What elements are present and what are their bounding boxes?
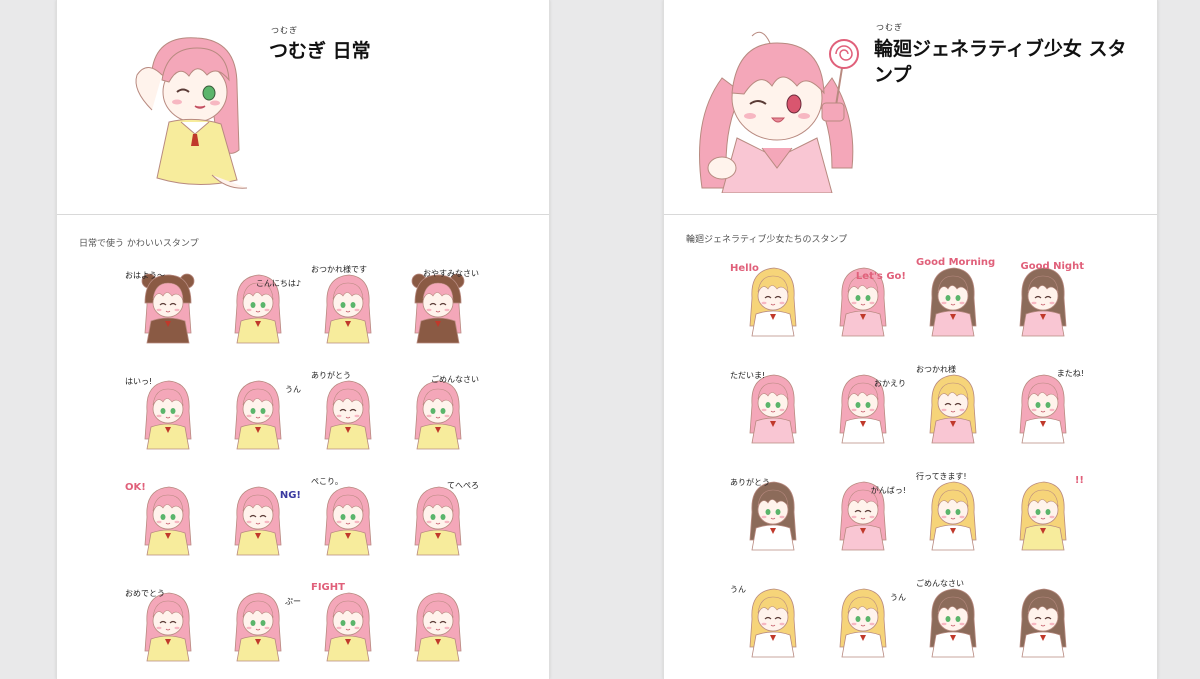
sticker-item[interactable]: OK! — [125, 477, 207, 557]
sticker-item[interactable]: こんにちは♪ — [217, 265, 301, 345]
sticker-item[interactable]: はいっ! — [125, 371, 207, 451]
sticker-item[interactable]: ただいま! — [730, 365, 812, 445]
sticker-image — [929, 588, 977, 658]
sticker-image — [929, 374, 977, 444]
sticker-item[interactable]: ぺこり。 — [307, 477, 387, 557]
pack-description: 日常で使う かわいいスタンプ — [79, 239, 199, 249]
title-ruby: つむぎ — [876, 23, 903, 32]
sticker-image — [234, 274, 282, 344]
sticker-caption: うん — [890, 593, 906, 602]
sticker-item[interactable]: ぷー — [217, 583, 301, 663]
sticker-item[interactable]: おかえり — [822, 365, 906, 445]
sticker-item[interactable]: ごめんなさい — [912, 579, 992, 659]
sticker-image — [234, 380, 282, 450]
sticker-item[interactable]: おつかれ様 — [912, 365, 992, 445]
sticker-image — [1019, 481, 1067, 551]
sticker-caption: Good Night — [1020, 261, 1084, 272]
sticker-caption: おめでとう — [125, 589, 165, 598]
pack-title[interactable]: 輪廻ジェネラティブ少女 スタンプ — [874, 36, 1144, 88]
sticker-image — [234, 486, 282, 556]
sticker-grid: おはよう〜こんにちは♪ おつかれ様です おやすみなさいはいっ! うん ありがとう ごめんな… — [125, 265, 479, 663]
sticker-image — [234, 592, 282, 662]
sticker-item[interactable]: FIGHT — [307, 583, 387, 663]
sticker-caption: ぷー — [285, 597, 301, 606]
sticker-item[interactable]: うん — [730, 579, 812, 659]
pack-header: つむぎ つむぎ 日常 — [57, 0, 549, 215]
sticker-item[interactable]: おめでとう — [125, 583, 207, 663]
sticker-caption: おつかれ様です — [311, 265, 367, 274]
sticker-item[interactable]: ありがとう — [730, 472, 812, 552]
sticker-image — [839, 267, 887, 337]
sticker-item[interactable]: 行ってきます! — [912, 472, 992, 552]
sticker-image — [324, 486, 372, 556]
sticker-caption: Hello — [730, 263, 759, 274]
sticker-item[interactable]: ありがとう — [307, 371, 387, 451]
sticker-item[interactable]: うん — [217, 371, 301, 451]
sticker-item[interactable]: Good Night — [1002, 258, 1084, 338]
sticker-image — [839, 374, 887, 444]
sticker-caption: ぺこり。 — [311, 477, 343, 486]
sticker-caption: おかえり — [874, 379, 906, 388]
pack-description: 輪廻ジェネラティブ少女たちのスタンプ — [686, 235, 848, 245]
sticker-caption: ありがとう — [311, 371, 351, 380]
sticker-caption: OK! — [125, 482, 146, 493]
sticker-image — [324, 274, 372, 344]
sticker-item[interactable]: Good Morning — [912, 257, 996, 338]
sticker-caption: おつかれ様 — [916, 365, 956, 374]
sticker-image — [414, 592, 462, 662]
sticker-caption: おはよう〜 — [125, 271, 165, 280]
sticker-caption: NG! — [279, 490, 301, 501]
sticker-item[interactable]: ごめんなさい — [397, 371, 479, 451]
sticker-item[interactable]: おつかれ様です — [307, 265, 387, 345]
sticker-caption: ごめんなさい — [916, 579, 964, 588]
sticker-item[interactable]: おはよう〜 — [125, 265, 207, 345]
sticker-caption: ただいま! — [730, 371, 766, 380]
sticker-caption: ありがとう — [730, 478, 770, 487]
sticker-item[interactable]: おやすみなさい — [397, 265, 479, 345]
sticker-item[interactable] — [1002, 579, 1082, 659]
sticker-pack-panel-rinne: つむぎ 輪廻ジェネラティブ少女 スタンプ 輪廻ジェネラティブ少女たちのスタンプ … — [663, 0, 1158, 679]
main-character-image[interactable] — [97, 30, 277, 195]
pack-title[interactable]: つむぎ 日常 — [269, 38, 371, 64]
sticker-caption: またね! — [1056, 369, 1084, 378]
sticker-image — [839, 481, 887, 551]
title-ruby: つむぎ — [271, 26, 298, 35]
sticker-item[interactable]: Hello — [730, 258, 812, 338]
sticker-image — [324, 592, 372, 662]
sticker-image — [324, 380, 372, 450]
sticker-item[interactable]: !! — [1002, 472, 1084, 552]
sticker-item[interactable]: うん — [822, 579, 906, 659]
main-character-image[interactable] — [682, 18, 882, 193]
sticker-caption: FIGHT — [311, 582, 345, 593]
sticker-caption: こんにちは♪ — [255, 279, 301, 288]
sticker-caption: はいっ! — [125, 377, 153, 386]
sticker-caption: うん — [730, 585, 746, 594]
sticker-image — [929, 267, 977, 337]
sticker-caption: がんばっ! — [870, 486, 906, 495]
sticker-caption: Good Morning — [916, 257, 996, 268]
sticker-grid: Hello Let's Go! Good Morning Good Night ただいま… — [730, 257, 1084, 659]
sticker-item[interactable]: またね! — [1002, 365, 1084, 445]
sticker-item[interactable]: てへぺろ — [397, 477, 479, 557]
sticker-item[interactable]: がんばっ! — [822, 472, 906, 552]
sticker-item[interactable]: NG! — [217, 477, 301, 557]
sticker-caption: Let's Go! — [855, 271, 906, 282]
sticker-caption: ごめんなさい — [431, 375, 479, 384]
sticker-caption: !! — [1074, 475, 1084, 486]
sticker-image — [1019, 588, 1067, 658]
pack-header: つむぎ 輪廻ジェネラティブ少女 スタンプ — [664, 0, 1157, 215]
sticker-caption: おやすみなさい — [423, 269, 479, 278]
sticker-caption: うん — [285, 385, 301, 394]
sticker-caption: 行ってきます! — [916, 472, 967, 481]
sticker-pack-panel-tsumugi: つむぎ つむぎ 日常 日常で使う かわいいスタンプ おはよう〜こんにちは♪ おつか… — [56, 0, 550, 679]
sticker-caption: てへぺろ — [447, 481, 479, 490]
sticker-image — [839, 588, 887, 658]
sticker-image — [929, 481, 977, 551]
sticker-item[interactable]: Let's Go! — [822, 258, 906, 338]
sticker-item[interactable] — [397, 583, 477, 663]
